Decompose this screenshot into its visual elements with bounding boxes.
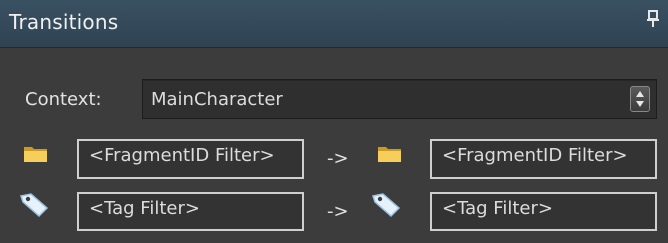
select-spinner-icon[interactable] — [630, 86, 650, 112]
tag-arrow: -> — [327, 201, 349, 222]
panel-title: Transitions — [9, 10, 119, 34]
tag-filter-to-input[interactable]: <Tag Filter> — [430, 192, 657, 231]
fragment-filter-to-input[interactable]: <FragmentID Filter> — [430, 139, 657, 179]
tag-filter-from-input[interactable]: <Tag Filter> — [77, 192, 304, 231]
context-select[interactable]: MainCharacter — [142, 79, 657, 119]
context-label: Context: — [25, 89, 102, 110]
tag-icon — [19, 192, 49, 222]
fragment-filter-from-input[interactable]: <FragmentID Filter> — [77, 139, 304, 179]
pin-icon[interactable] — [646, 9, 660, 29]
fragment-arrow: -> — [327, 148, 349, 169]
tag-icon — [371, 192, 401, 222]
panel-title-bar: Transitions — [0, 0, 668, 48]
folder-icon — [23, 143, 49, 167]
folder-icon — [377, 143, 403, 167]
context-select-value: MainCharacter — [151, 89, 283, 110]
